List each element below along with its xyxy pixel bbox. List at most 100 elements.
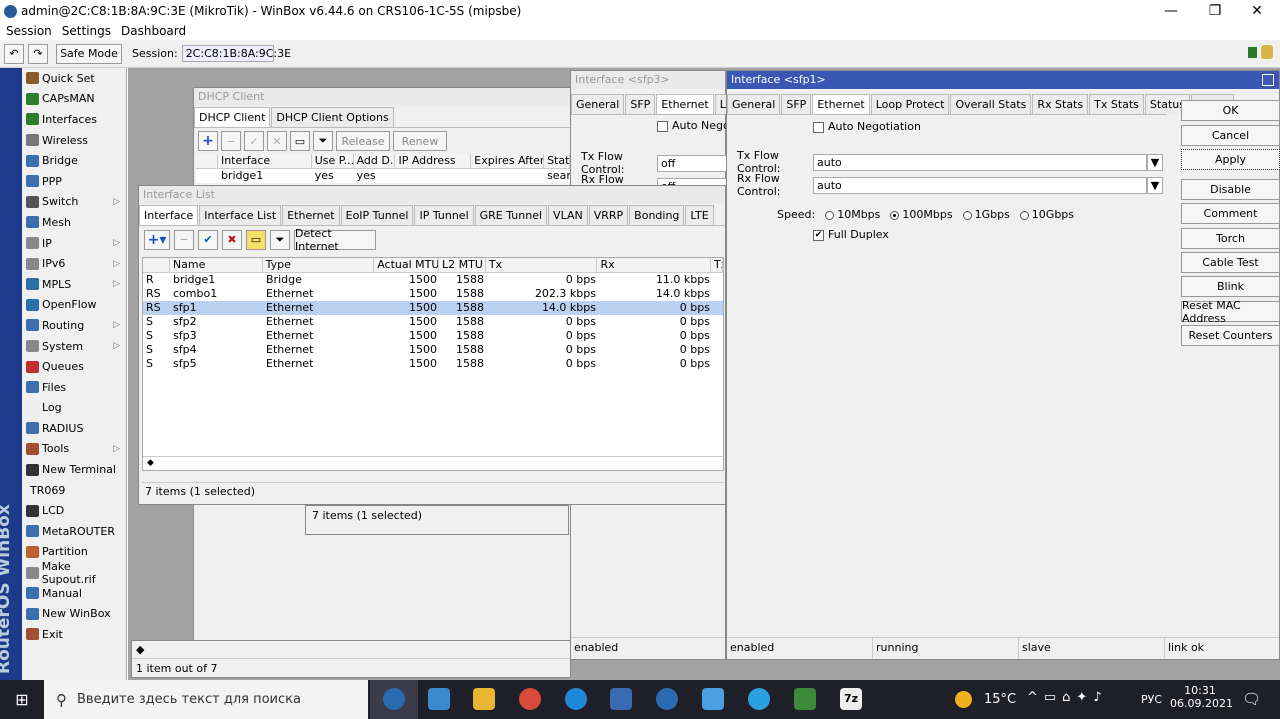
add-dropdown-button[interactable]: +▾ bbox=[144, 229, 170, 250]
tab-vlan[interactable]: VLAN bbox=[548, 205, 588, 225]
sidebar-item-quick-set[interactable]: Quick Set bbox=[22, 68, 126, 89]
tab-tx-stats[interactable]: Tx Stats bbox=[1089, 94, 1144, 114]
col-status[interactable]: Statu bbox=[544, 154, 570, 168]
filter-button[interactable]: ⏷ bbox=[270, 229, 290, 250]
tab-bonding[interactable]: Bonding bbox=[629, 205, 685, 225]
sidebar-item-metarouter[interactable]: MetaROUTER bbox=[22, 521, 126, 542]
renew-button[interactable]: Renew bbox=[393, 131, 447, 151]
rx-dropdown-icon[interactable]: ▼ bbox=[1147, 176, 1163, 194]
tab-dhcp-client-options[interactable]: DHCP Client Options bbox=[271, 107, 394, 127]
torch-button[interactable]: Torch bbox=[1181, 228, 1280, 249]
file-explorer-icon[interactable] bbox=[473, 688, 495, 710]
menu-session[interactable]: Session bbox=[6, 24, 52, 38]
blink-button[interactable]: Blink bbox=[1181, 276, 1280, 297]
col-expires-after[interactable]: Expires After bbox=[471, 154, 545, 168]
language-indicator[interactable]: РУС bbox=[1141, 693, 1162, 706]
table-row[interactable]: Ssfp5 Ethernet 1500 1588 0 bps 0 bps bbox=[143, 357, 723, 371]
reset-mac-address-button[interactable]: Reset MAC Address bbox=[1181, 299, 1280, 325]
sidebar-item-manual[interactable]: Manual bbox=[22, 583, 126, 604]
telegram-icon[interactable] bbox=[748, 688, 770, 710]
table-row[interactable]: Ssfp2 Ethernet 1500 1588 0 bps 0 bps bbox=[143, 315, 723, 329]
comment-button[interactable]: Comment bbox=[1181, 203, 1280, 224]
weather-temp[interactable]: 15°C bbox=[984, 692, 1016, 707]
minimize-button[interactable]: — bbox=[1148, 0, 1194, 22]
tab-ethernet[interactable]: Ethernet bbox=[812, 94, 870, 114]
rx-flow-control-field[interactable]: auto bbox=[813, 176, 1147, 194]
enable-button[interactable]: ✓ bbox=[244, 131, 264, 151]
sidebar-item-interfaces[interactable]: Interfaces bbox=[22, 109, 126, 130]
clock[interactable]: 10:31 06.09.2021 bbox=[1170, 684, 1233, 710]
sidebar-item-log[interactable]: Log bbox=[22, 398, 126, 419]
col-actual-mtu[interactable]: Actual MTU bbox=[374, 258, 439, 272]
col-tx[interactable]: Tx bbox=[486, 258, 598, 272]
network-app-icon[interactable] bbox=[428, 688, 450, 710]
table-row[interactable]: RS combo1 Ethernet 1500 1588 202.3 kbps 14.0 k… bbox=[143, 287, 723, 301]
windows-start-icon[interactable]: ⊞ bbox=[0, 680, 44, 719]
table-row[interactable]: Ssfp4 Ethernet 1500 1588 0 bps 0 bps bbox=[143, 343, 723, 357]
7zip-icon[interactable]: 7z bbox=[840, 688, 862, 710]
comment-button[interactable]: ▭ bbox=[246, 229, 266, 250]
col-interface[interactable]: Interface bbox=[218, 154, 312, 168]
sidebar-item-ppp[interactable]: PPP bbox=[22, 171, 126, 192]
session-field[interactable]: 2C:C8:1B:8A:9C:3E bbox=[181, 45, 291, 62]
detect-internet-button[interactable]: Detect Internet bbox=[294, 227, 376, 253]
undo-button[interactable]: ↶ bbox=[4, 43, 24, 64]
sidebar-item-capsman[interactable]: CAPsMAN bbox=[22, 89, 126, 110]
tab-sfp[interactable]: SFP bbox=[625, 94, 656, 114]
horizontal-scroll-left[interactable]: ◆ bbox=[143, 456, 723, 470]
sidebar-item-new-winbox[interactable]: New WinBox bbox=[22, 603, 126, 624]
sidebar-item-new-terminal[interactable]: New Terminal bbox=[22, 459, 126, 480]
table-row[interactable]: bridge1 yes yes searc bbox=[196, 169, 570, 183]
tray-icons[interactable]: ^▭⌂✦♪ bbox=[1027, 690, 1108, 705]
sidebar-item-openflow[interactable]: OpenFlow bbox=[22, 295, 126, 316]
tab-lte[interactable]: LTE bbox=[685, 205, 714, 225]
sidebar-item-radius[interactable]: RADIUS bbox=[22, 418, 126, 439]
tab-gre-tunnel[interactable]: GRE Tunnel bbox=[474, 205, 548, 225]
tab-sfp[interactable]: SFP bbox=[781, 94, 812, 114]
tx-flow-control-field[interactable]: auto bbox=[813, 153, 1147, 171]
col-l2-mtu[interactable]: L2 MTU bbox=[439, 258, 486, 272]
disable-button[interactable]: Disable bbox=[1181, 179, 1280, 200]
menu-settings[interactable]: Settings bbox=[62, 24, 111, 38]
tab-ethernet[interactable]: Ethernet bbox=[656, 94, 714, 114]
sidebar-item-system[interactable]: System ▷ bbox=[22, 336, 126, 357]
sidebar-item-make-supout-rif[interactable]: Make Supout.rif bbox=[22, 560, 126, 586]
redo-button[interactable]: ↷ bbox=[28, 43, 48, 64]
col-tx-2[interactable]: Tx bbox=[711, 258, 723, 272]
comment-button[interactable]: ▭ bbox=[290, 131, 310, 151]
tab-eoip-tunnel[interactable]: EoIP Tunnel bbox=[340, 205, 414, 225]
sidebar-item-tools[interactable]: Tools ▷ bbox=[22, 439, 126, 460]
sidebar-item-ipv6[interactable]: IPv6 ▷ bbox=[22, 253, 126, 274]
maximize-button[interactable]: ❐ bbox=[1192, 0, 1238, 22]
remove-button[interactable]: − bbox=[221, 131, 241, 151]
release-button[interactable]: Release bbox=[336, 131, 390, 151]
tab-vrrp[interactable]: VRRP bbox=[588, 205, 629, 225]
disable-button[interactable]: ✖ bbox=[222, 229, 242, 250]
cancel-button[interactable]: Cancel bbox=[1181, 125, 1280, 146]
col-name[interactable]: Name bbox=[170, 258, 263, 272]
table-row[interactable]: RS sfp1 Ethernet 1500 1588 14.0 kbps 0 bps bbox=[143, 301, 723, 315]
tab-interface[interactable]: Interface bbox=[139, 205, 199, 225]
menu-dashboard[interactable]: Dashboard bbox=[121, 24, 186, 38]
chrome-icon[interactable] bbox=[519, 688, 541, 710]
speed-100mbps[interactable]: 100Mbps bbox=[890, 208, 953, 221]
safe-mode-button[interactable]: Safe Mode bbox=[56, 43, 122, 64]
auto-negotiation-checkbox[interactable]: Auto Negotiation bbox=[813, 120, 921, 133]
full-duplex-checkbox[interactable]: ✔ Full Duplex bbox=[813, 228, 889, 241]
window-restore-icon[interactable] bbox=[1262, 74, 1274, 86]
taskbar-search[interactable]: ⚲ Введите здесь текст для поиска bbox=[44, 680, 368, 719]
remove-button[interactable]: − bbox=[174, 229, 194, 250]
interface-list-window[interactable]: Interface List Interface Interface List Et… bbox=[138, 185, 726, 505]
disable-button[interactable]: ✕ bbox=[267, 131, 287, 151]
tab-ethernet[interactable]: Ethernet bbox=[282, 205, 340, 225]
apply-button[interactable]: Apply bbox=[1181, 149, 1280, 170]
sidebar-item-switch[interactable]: Switch ▷ bbox=[22, 192, 126, 213]
winbox-second-icon[interactable] bbox=[656, 688, 678, 710]
tab-dhcp-client[interactable]: DHCP Client bbox=[194, 107, 271, 127]
ok-button[interactable]: OK bbox=[1181, 100, 1280, 121]
app-green-icon[interactable] bbox=[794, 688, 816, 710]
sidebar-item-bridge[interactable]: Bridge bbox=[22, 150, 126, 171]
sidebar-item-queues[interactable]: Queues bbox=[22, 356, 126, 377]
winbox-taskbar-icon[interactable] bbox=[383, 688, 405, 710]
sidebar-item-mpls[interactable]: MPLS ▷ bbox=[22, 274, 126, 295]
